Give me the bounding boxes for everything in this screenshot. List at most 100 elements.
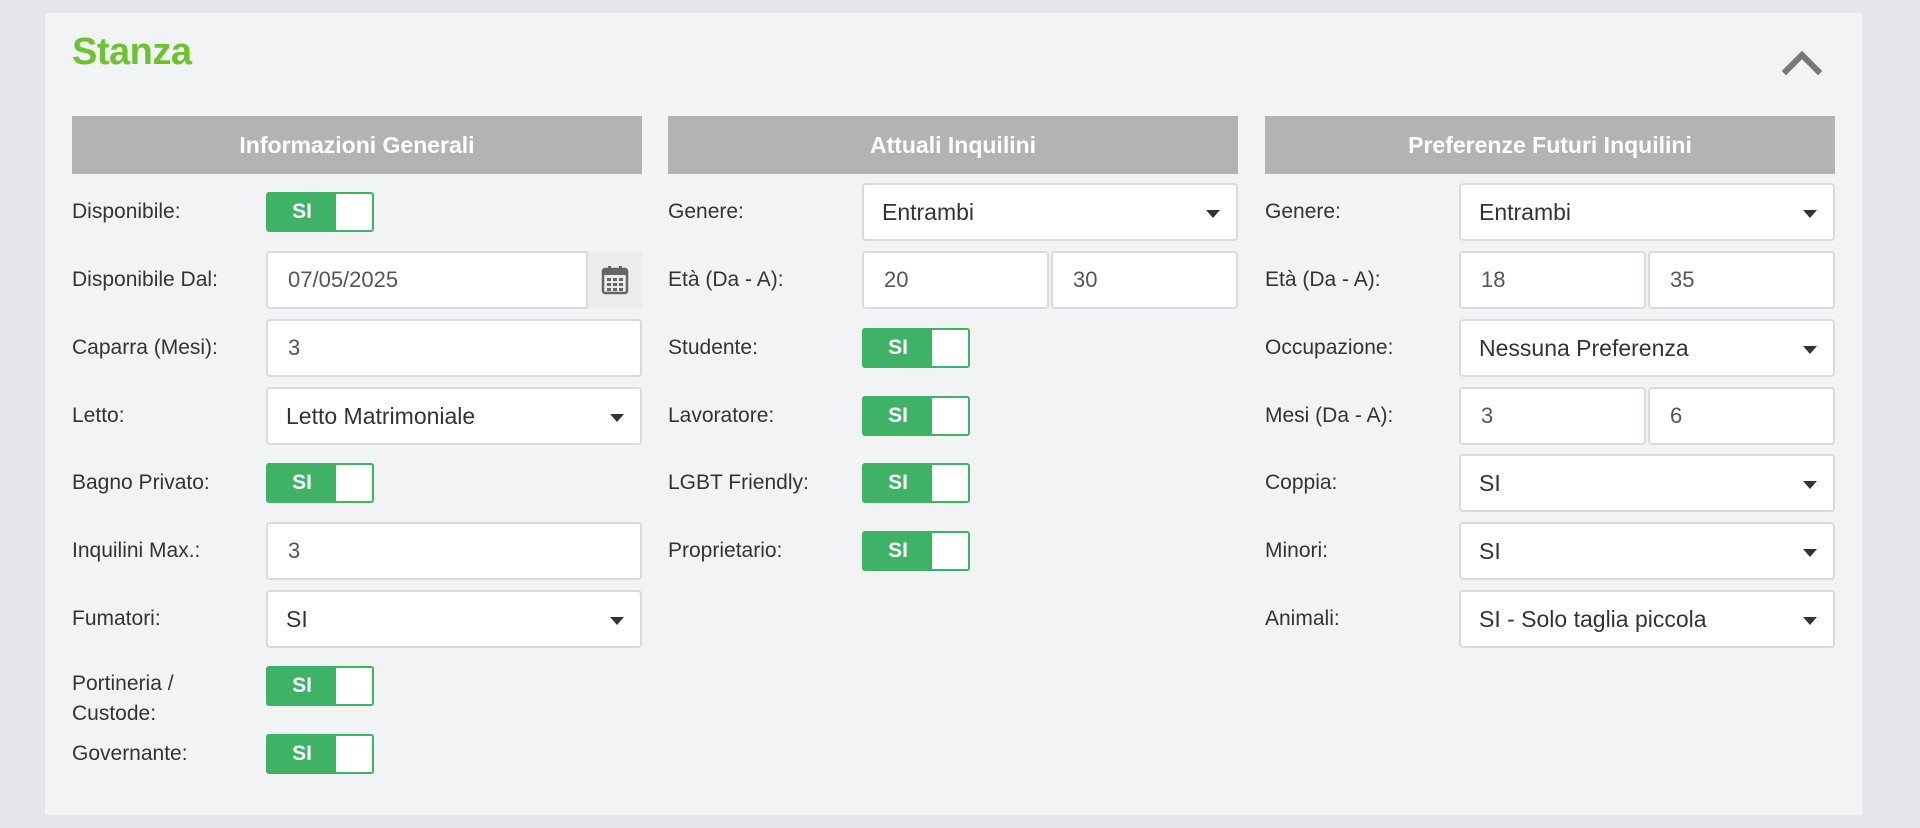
toggle-on-label: SI xyxy=(864,533,932,569)
studente-toggle[interactable]: SI xyxy=(862,328,970,368)
stanza-panel: Stanza Informazioni Generali Disponibile… xyxy=(45,13,1862,815)
row-occupazione: Occupazione: Nessuna Preferenza xyxy=(1265,319,1835,377)
current-eta-from-input[interactable]: 20 xyxy=(862,251,1049,309)
toggle-on-label: SI xyxy=(268,465,336,501)
current-tenants-header: Attuali Inquilini xyxy=(668,116,1238,174)
toggle-knob xyxy=(336,668,372,704)
coppia-selected-value: SI xyxy=(1479,469,1501,496)
toggle-on-label: SI xyxy=(864,330,932,366)
mesi-to-input[interactable]: 6 xyxy=(1648,387,1835,445)
bagno-toggle[interactable]: SI xyxy=(266,463,374,503)
general-info-header: Informazioni Generali xyxy=(72,116,642,174)
toggle-knob xyxy=(932,330,968,366)
caret-down-icon xyxy=(610,617,624,625)
proprietario-toggle[interactable]: SI xyxy=(862,531,970,571)
toggle-knob xyxy=(336,194,372,230)
portineria-label-line1: Portineria / xyxy=(72,672,174,695)
fumatori-select[interactable]: SI xyxy=(266,590,642,648)
inquilini-max-label: Inquilini Max.: xyxy=(72,539,201,562)
animali-selected-value: SI - Solo taglia piccola xyxy=(1479,605,1707,632)
toggle-on-label: SI xyxy=(268,668,336,704)
row-fumatori: Fumatori: SI xyxy=(72,590,642,648)
minori-select[interactable]: SI xyxy=(1459,522,1835,580)
current-eta-to-input[interactable]: 30 xyxy=(1051,251,1238,309)
toggle-knob xyxy=(336,465,372,501)
mesi-from-input[interactable]: 3 xyxy=(1459,387,1646,445)
caret-down-icon xyxy=(1803,481,1817,489)
future-eta-label: Età (Da - A): xyxy=(1265,268,1381,291)
coppia-label: Coppia: xyxy=(1265,471,1338,494)
caret-down-icon xyxy=(1803,346,1817,354)
bagno-label: Bagno Privato: xyxy=(72,471,210,494)
row-current-eta: Età (Da - A): 20 30 xyxy=(668,251,1238,309)
future-genere-select[interactable]: Entrambi xyxy=(1459,183,1835,241)
minori-label: Minori: xyxy=(1265,539,1329,562)
inquilini-max-input[interactable]: 3 xyxy=(266,522,642,580)
lavoratore-label: Lavoratore: xyxy=(668,404,775,427)
caret-down-icon xyxy=(1206,210,1220,218)
row-studente: Studente: SI xyxy=(668,319,1238,377)
portineria-label-line2: Custode: xyxy=(72,702,157,725)
caret-down-icon xyxy=(1803,210,1817,218)
governante-toggle[interactable]: SI xyxy=(266,734,374,774)
coppia-select[interactable]: SI xyxy=(1459,454,1835,512)
lgbt-label: LGBT Friendly: xyxy=(668,471,809,494)
animali-label: Animali: xyxy=(1265,607,1340,630)
lgbt-toggle[interactable]: SI xyxy=(862,463,970,503)
chevron-up-icon xyxy=(1781,50,1823,76)
future-genere-label: Genere: xyxy=(1265,200,1341,223)
row-minori: Minori: SI xyxy=(1265,522,1835,580)
disponibile-dal-label: Disponibile Dal: xyxy=(72,268,218,291)
letto-select[interactable]: Letto Matrimoniale xyxy=(266,387,642,445)
row-letto: Letto: Letto Matrimoniale xyxy=(72,387,642,445)
row-current-genere: Genere: Entrambi xyxy=(668,183,1238,241)
toggle-on-label: SI xyxy=(268,736,336,772)
fumatori-label: Fumatori: xyxy=(72,607,161,630)
minori-selected-value: SI xyxy=(1479,537,1501,564)
row-lgbt: LGBT Friendly: SI xyxy=(668,454,1238,512)
row-lavoratore: Lavoratore: SI xyxy=(668,387,1238,445)
toggle-knob xyxy=(336,736,372,772)
studente-label: Studente: xyxy=(668,336,758,359)
future-eta-from-input[interactable]: 18 xyxy=(1459,251,1646,309)
occupazione-label: Occupazione: xyxy=(1265,336,1394,359)
toggle-on-label: SI xyxy=(864,465,932,501)
row-portineria: Portineria / Custode: SI xyxy=(72,657,642,725)
toggle-on-label: SI xyxy=(864,398,932,434)
collapse-button[interactable] xyxy=(1780,41,1824,81)
proprietario-label: Proprietario: xyxy=(668,539,783,562)
occupazione-select[interactable]: Nessuna Preferenza xyxy=(1459,319,1835,377)
general-info-column: Informazioni Generali Disponibile: SI Di… xyxy=(72,116,642,774)
calendar-button[interactable] xyxy=(586,251,642,309)
row-mesi: Mesi (Da - A): 3 6 xyxy=(1265,387,1835,445)
animali-select[interactable]: SI - Solo taglia piccola xyxy=(1459,590,1835,648)
portineria-toggle[interactable]: SI xyxy=(266,666,374,706)
row-future-eta: Età (Da - A): 18 35 xyxy=(1265,251,1835,309)
toggle-knob xyxy=(932,533,968,569)
portineria-label: Portineria / Custode: xyxy=(72,657,262,725)
row-caparra: Caparra (Mesi): 3 xyxy=(72,319,642,377)
calendar-icon xyxy=(601,266,629,295)
letto-selected-value: Letto Matrimoniale xyxy=(286,402,476,429)
occupazione-selected-value: Nessuna Preferenza xyxy=(1479,334,1689,361)
lavoratore-toggle[interactable]: SI xyxy=(862,396,970,436)
future-tenants-header: Preferenze Futuri Inquilini xyxy=(1265,116,1835,174)
disponibile-label: Disponibile: xyxy=(72,200,181,223)
disponibile-toggle[interactable]: SI xyxy=(266,192,374,232)
date-value: 07/05/2025 xyxy=(288,267,399,292)
current-eta-label: Età (Da - A): xyxy=(668,268,784,291)
current-genere-select[interactable]: Entrambi xyxy=(862,183,1238,241)
mesi-label: Mesi (Da - A): xyxy=(1265,404,1394,427)
future-tenants-column: Preferenze Futuri Inquilini Genere: Entr… xyxy=(1265,116,1835,648)
current-tenants-column: Attuali Inquilini Genere: Entrambi Età (… xyxy=(668,116,1238,571)
row-disponibile: Disponibile: SI xyxy=(72,183,642,241)
row-coppia: Coppia: SI xyxy=(1265,454,1835,512)
future-eta-to-input[interactable]: 35 xyxy=(1648,251,1835,309)
row-disponibile-dal: Disponibile Dal: 07/05/2025 xyxy=(72,251,642,309)
toggle-knob xyxy=(932,465,968,501)
caret-down-icon xyxy=(1803,617,1817,625)
row-inquilini-max: Inquilini Max.: 3 xyxy=(72,522,642,580)
caparra-label: Caparra (Mesi): xyxy=(72,336,218,359)
caparra-input[interactable]: 3 xyxy=(266,319,642,377)
toggle-on-label: SI xyxy=(268,194,336,230)
